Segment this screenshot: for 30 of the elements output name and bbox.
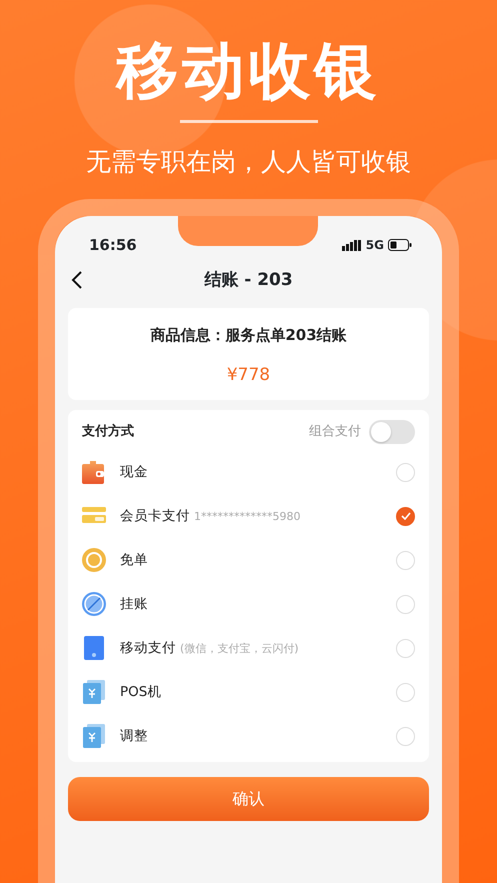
page-title: 结账 - 203 <box>204 269 293 292</box>
signal-icon <box>342 240 362 250</box>
back-icon[interactable] <box>71 271 83 289</box>
method-label: 移动支付 <box>120 638 176 658</box>
coin-icon <box>82 548 106 572</box>
payment-title: 支付方式 <box>82 422 134 442</box>
method-label: 会员卡支付 <box>120 506 190 526</box>
radio-button[interactable] <box>396 506 415 526</box>
battery-icon <box>388 239 412 251</box>
method-label: 调整 <box>120 726 148 746</box>
combined-payment-label: 组合支付 <box>309 423 361 442</box>
network-label: 5G <box>366 237 384 254</box>
method-label: 挂账 <box>120 594 148 614</box>
phone-icon <box>82 636 106 660</box>
confirm-button[interactable]: 确认 <box>68 777 429 821</box>
method-note: (微信，支付宝，云闪付) <box>180 640 299 657</box>
hero-title: 移动收银 <box>114 33 382 102</box>
status-time: 16:56 <box>89 234 137 256</box>
combined-payment-toggle[interactable] <box>369 420 415 444</box>
receipt-icon <box>82 680 106 704</box>
receipt-icon <box>82 724 106 748</box>
method-label: 免单 <box>120 550 148 570</box>
hero-subtitle: 无需专职在岗，人人皆可收银 <box>85 147 412 177</box>
wallet-icon <box>82 460 106 484</box>
method-note: 1*************5980 <box>194 508 300 525</box>
check-icon <box>400 512 410 520</box>
method-label: POS机 <box>120 682 162 702</box>
method-label: 现金 <box>120 462 148 482</box>
order-amount: ¥778 <box>226 364 272 386</box>
order-info: 商品信息：服务点单203结账 <box>149 325 348 346</box>
